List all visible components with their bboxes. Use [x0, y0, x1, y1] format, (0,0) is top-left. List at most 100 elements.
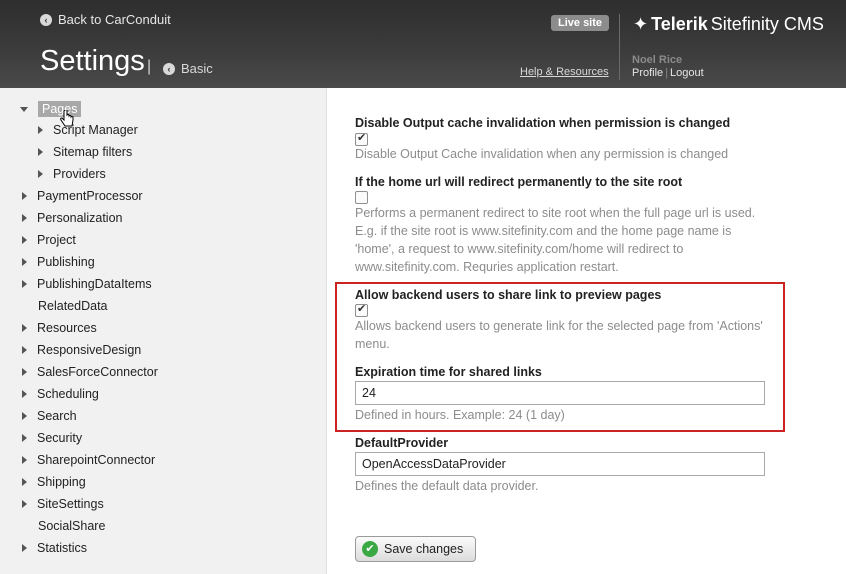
tree-item-label: Security — [37, 431, 83, 445]
home-redirect-description-2: E.g. if the site root is www.sitefinity.… — [355, 224, 732, 238]
expand-arrow-icon[interactable] — [22, 368, 27, 376]
expand-arrow-icon[interactable] — [22, 500, 27, 508]
tree-item-socialshare[interactable]: SocialShare — [23, 519, 105, 533]
save-button-label: Save changes — [384, 542, 464, 556]
home-redirect-description-3: 'home', a request to www.sitefinity.com/… — [355, 242, 684, 256]
share-preview-description-2: menu. — [355, 337, 390, 351]
home-redirect-description-4: www.sitefinity.com. Requries application… — [355, 260, 619, 274]
back-link-label: Back to CarConduit — [58, 12, 171, 27]
tree-item-relateddata[interactable]: RelatedData — [23, 299, 108, 313]
tree-item-label: Scheduling — [37, 387, 99, 401]
tree-item-personalization[interactable]: Personalization — [22, 211, 122, 225]
tree-item-label: Resources — [37, 321, 97, 335]
tree-item-shipping[interactable]: Shipping — [22, 475, 86, 489]
disable-cache-label: Disable Output cache invalidation when p… — [355, 116, 731, 130]
home-redirect-description-1: Performs a permanent redirect to site ro… — [355, 206, 756, 220]
user-links: Profile | Logout — [632, 67, 704, 79]
help-resources-link[interactable]: Help & Resources — [520, 66, 609, 78]
tree-item-label: Sitemap filters — [53, 145, 133, 159]
disable-cache-description: Disable Output Cache invalidation when a… — [355, 147, 729, 161]
hand-cursor-icon — [60, 110, 74, 127]
expand-arrow-icon[interactable] — [22, 434, 27, 442]
telerik-logo-icon: ✦ — [633, 14, 649, 34]
tree-item-search[interactable]: Search — [22, 409, 77, 423]
tree-item-label: Shipping — [37, 475, 86, 489]
settings-form: Disable Output cache invalidation when p… — [327, 88, 846, 574]
logout-link[interactable]: Logout — [670, 67, 704, 79]
expand-arrow-icon[interactable] — [38, 170, 43, 178]
expiration-input[interactable]: 24 — [355, 381, 765, 405]
tree-item-publishingdataitems[interactable]: PublishingDataItems — [22, 277, 152, 291]
tree-item-label: Providers — [53, 167, 106, 181]
expiration-description: Defined in hours. Example: 24 (1 day) — [355, 408, 565, 422]
default-provider-input[interactable]: OpenAccessDataProvider — [355, 452, 765, 476]
default-provider-description: Defines the default data provider. — [355, 479, 539, 493]
page-title: Settings — [40, 45, 145, 77]
tree-item-sitesettings[interactable]: SiteSettings — [22, 497, 104, 511]
default-provider-label: DefaultProvider — [355, 436, 449, 450]
tree-item-sharepointconnector[interactable]: SharepointConnector — [22, 453, 155, 467]
tree-item-providers[interactable]: Providers — [38, 167, 106, 181]
tree-item-label: Project — [37, 233, 76, 247]
tree-item-publishing[interactable]: Publishing — [22, 255, 95, 269]
expand-arrow-icon[interactable] — [20, 106, 28, 112]
expand-arrow-icon[interactable] — [22, 412, 27, 420]
share-preview-label: Allow backend users to share link to pre… — [355, 288, 662, 302]
expand-arrow-icon[interactable] — [22, 544, 27, 552]
tree-item-label: RelatedData — [38, 299, 108, 313]
tree-item-scheduling[interactable]: Scheduling — [22, 387, 99, 401]
share-preview-description-1: Allows backend users to generate link fo… — [355, 319, 763, 333]
expand-arrow-icon[interactable] — [22, 258, 27, 266]
expand-arrow-icon[interactable] — [22, 456, 27, 464]
save-changes-button[interactable]: ✔ Save changes — [355, 536, 477, 562]
checkmark-icon: ✔ — [362, 541, 378, 557]
home-redirect-checkbox[interactable] — [355, 191, 368, 204]
title-separator: | — [147, 58, 152, 75]
expand-arrow-icon[interactable] — [38, 148, 43, 156]
tree-item-label: PaymentProcessor — [37, 189, 143, 203]
tree-item-responsivedesign[interactable]: ResponsiveDesign — [22, 343, 141, 357]
expand-arrow-icon[interactable] — [22, 214, 27, 222]
user-links-separator: | — [665, 67, 669, 79]
expand-arrow-icon[interactable] — [22, 324, 27, 332]
header-divider — [619, 14, 620, 80]
tree-item-security[interactable]: Security — [22, 431, 82, 445]
tree-item-label: SocialShare — [38, 519, 106, 533]
tree-item-label: SharepointConnector — [37, 453, 156, 467]
live-site-button[interactable]: Live site — [551, 15, 610, 31]
back-to-site-link[interactable]: ‹ Back to CarConduit — [40, 12, 171, 27]
expand-arrow-icon[interactable] — [22, 236, 27, 244]
tree-item-label: SalesForceConnector — [37, 365, 158, 379]
tree-item-sitemap-filters[interactable]: Sitemap filters — [38, 145, 132, 159]
expiration-label: Expiration time for shared links — [355, 365, 542, 379]
back-arrow-icon: ‹ — [40, 13, 52, 26]
tree-item-label: Search — [37, 409, 77, 423]
basic-settings-link[interactable]: ‹ Basic — [163, 61, 213, 76]
checkmark-icon: ✔ — [357, 303, 367, 315]
home-redirect-label: If the home url will redirect permanentl… — [355, 175, 683, 189]
tree-item-label: SiteSettings — [37, 497, 104, 511]
back-arrow-icon: ‹ — [163, 62, 175, 75]
profile-link[interactable]: Profile — [632, 67, 663, 79]
tree-item-paymentprocessor[interactable]: PaymentProcessor — [22, 189, 143, 203]
tree-item-statistics[interactable]: Statistics — [22, 541, 87, 555]
tree-item-label: Publishing — [37, 255, 95, 269]
expand-arrow-icon[interactable] — [22, 478, 27, 486]
basic-link-label: Basic — [181, 61, 213, 76]
logo-brand: Telerik — [651, 14, 708, 34]
tree-item-label: Statistics — [37, 541, 88, 555]
sitefinity-logo: ✦ Telerik Sitefinity CMS — [633, 14, 824, 35]
share-preview-checkbox[interactable]: ✔ — [355, 303, 368, 317]
logo-product: Sitefinity CMS — [710, 14, 824, 34]
tree-item-project[interactable]: Project — [22, 233, 76, 247]
tree-item-label: PublishingDataItems — [37, 277, 152, 291]
expand-arrow-icon[interactable] — [22, 280, 27, 288]
expand-arrow-icon[interactable] — [22, 390, 27, 398]
tree-item-label: Personalization — [37, 211, 123, 225]
tree-item-salesforceconnector[interactable]: SalesForceConnector — [22, 365, 158, 379]
expand-arrow-icon[interactable] — [22, 346, 27, 354]
tree-item-resources[interactable]: Resources — [22, 321, 97, 335]
expand-arrow-icon[interactable] — [38, 126, 43, 134]
expand-arrow-icon[interactable] — [22, 192, 27, 200]
tree-item-script-manager[interactable]: Script Manager — [38, 123, 138, 137]
